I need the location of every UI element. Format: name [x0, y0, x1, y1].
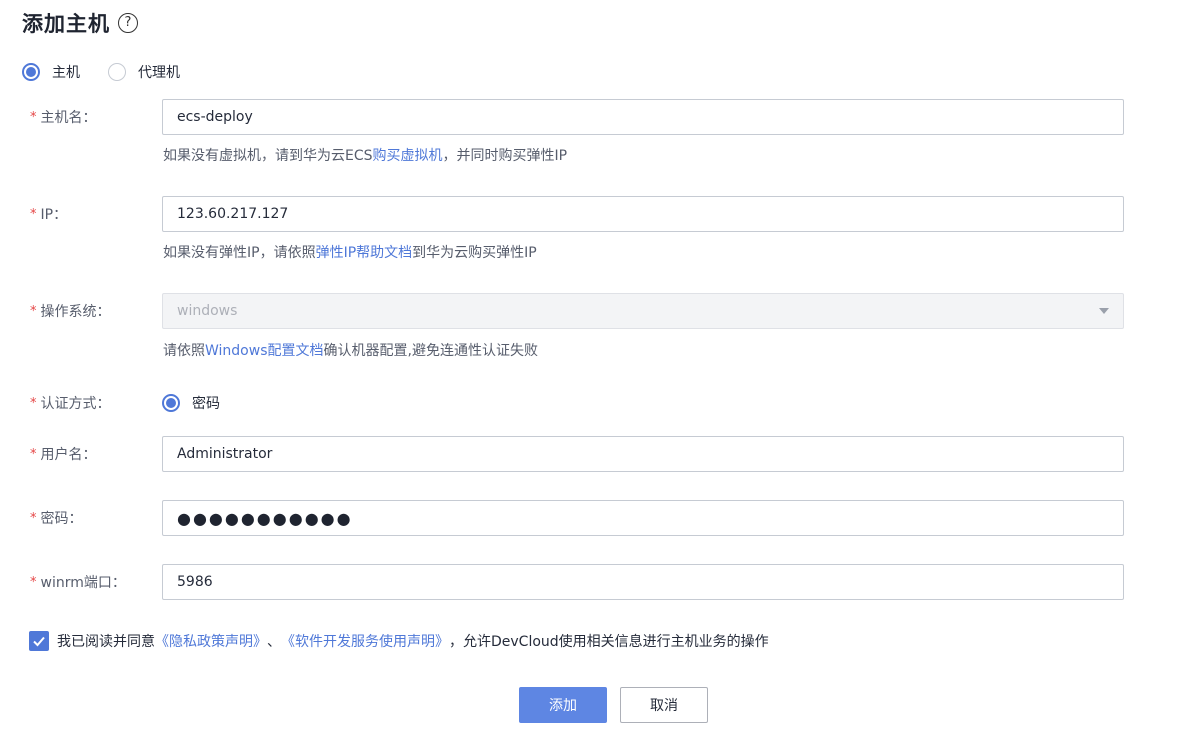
os-label: * 操作系统：: [30, 293, 111, 329]
os-hint: 请依照 Windows配置文档 确认机器配置,避免连通性认证失败: [163, 340, 538, 360]
agreement-suffix: ，允许DevCloud使用相关信息进行主机业务的操作: [449, 634, 769, 650]
proxy-radio-label[interactable]: 代理机: [138, 62, 180, 82]
windows-config-doc-link[interactable]: Windows配置文档: [205, 340, 324, 360]
hostname-value: ecs-deploy: [177, 109, 253, 125]
required-mark: *: [30, 510, 37, 526]
hostname-hint-suffix: ，并同时购买弹性IP: [442, 148, 568, 164]
add-button[interactable]: 添加: [519, 687, 607, 723]
ip-input[interactable]: 123.60.217.127: [162, 196, 1124, 232]
password-masked-value: ●●●●●●●●●●●: [177, 508, 353, 528]
proxy-radio[interactable]: [108, 63, 126, 81]
ip-hint: 如果没有弹性IP，请依照 弹性IP帮助文档 到华为云购买弹性IP: [163, 242, 537, 262]
agreement-row: 我已阅读并同意 《隐私政策声明》 、 《软件开发服务使用声明》 ，允许DevCl…: [29, 629, 769, 653]
password-input[interactable]: ●●●●●●●●●●●: [162, 500, 1124, 536]
hostname-input[interactable]: ecs-deploy: [162, 99, 1124, 135]
required-mark: *: [30, 303, 37, 319]
ip-value: 123.60.217.127: [177, 206, 289, 222]
hostname-label: * 主机名：: [30, 99, 97, 135]
required-mark: *: [30, 109, 37, 125]
agreement-separator: 、: [267, 634, 281, 650]
os-select[interactable]: windows: [162, 293, 1124, 329]
hostname-label-text: 主机名：: [40, 110, 97, 126]
agreement-text: 我已阅读并同意: [57, 634, 155, 650]
winrm-port-input[interactable]: 5986: [162, 564, 1124, 600]
os-hint-suffix: 确认机器配置,避免连通性认证失败: [323, 343, 538, 359]
ip-hint-suffix: 到华为云购买弹性IP: [412, 245, 537, 261]
auth-label: * 认证方式：: [30, 385, 111, 421]
required-mark: *: [30, 206, 37, 222]
privacy-policy-link[interactable]: 《隐私政策声明》: [155, 631, 267, 651]
password-auth-radio[interactable]: [162, 394, 180, 412]
hostname-hint-text: 如果没有虚拟机，请到华为云ECS: [163, 148, 373, 164]
username-input[interactable]: Administrator: [162, 436, 1124, 472]
auth-method-group: 密码: [162, 391, 220, 415]
username-label: * 用户名：: [30, 436, 97, 472]
page-header: 添加主机 ?: [22, 9, 138, 37]
username-value: Administrator: [177, 446, 273, 462]
required-mark: *: [30, 446, 37, 462]
required-mark: *: [30, 574, 37, 590]
agreement-checkbox[interactable]: [29, 631, 49, 651]
password-label-text: 密码：: [40, 511, 83, 527]
cancel-button[interactable]: 取消: [620, 687, 708, 723]
ip-label: * IP：: [30, 196, 67, 232]
host-type-group: 主机 代理机: [22, 62, 180, 82]
username-label-text: 用户名：: [40, 447, 97, 463]
os-label-text: 操作系统：: [40, 304, 111, 320]
page-title: 添加主机: [22, 12, 110, 36]
host-radio-label[interactable]: 主机: [52, 62, 80, 82]
chevron-down-icon: [1099, 308, 1109, 314]
os-value: windows: [177, 303, 238, 319]
winrm-port-label-text: winrm端口：: [40, 575, 126, 591]
required-mark: *: [30, 395, 37, 411]
ip-label-text: IP：: [40, 207, 68, 223]
service-statement-link[interactable]: 《软件开发服务使用声明》: [281, 631, 449, 651]
hostname-hint: 如果没有虚拟机，请到华为云ECS 购买虚拟机 ，并同时购买弹性IP: [163, 145, 567, 165]
ip-hint-text: 如果没有弹性IP，请依照: [163, 245, 316, 261]
host-radio[interactable]: [22, 63, 40, 81]
buy-vm-link[interactable]: 购买虚拟机: [373, 145, 443, 165]
winrm-port-value: 5986: [177, 574, 213, 590]
check-icon: [33, 636, 45, 647]
auth-label-text: 认证方式：: [40, 396, 111, 412]
password-label: * 密码：: [30, 500, 83, 536]
password-auth-label[interactable]: 密码: [192, 393, 220, 413]
os-hint-text: 请依照: [163, 343, 205, 359]
winrm-port-label: * winrm端口：: [30, 564, 126, 600]
help-icon[interactable]: ?: [118, 13, 138, 33]
eip-help-doc-link[interactable]: 弹性IP帮助文档: [316, 242, 413, 262]
